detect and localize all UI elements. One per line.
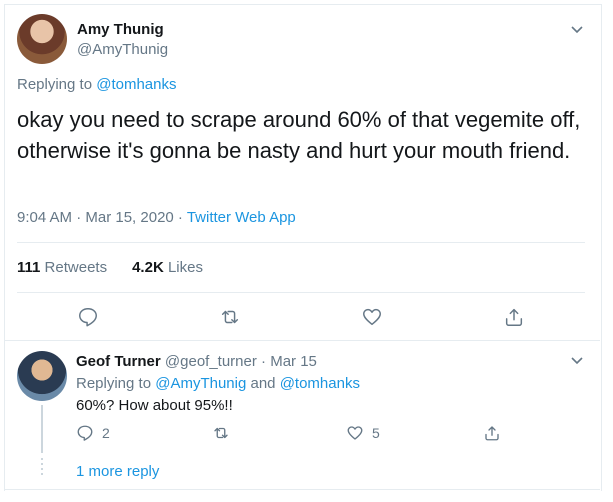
divider [17, 292, 585, 293]
retweet-icon [212, 424, 230, 442]
avatar[interactable] [17, 351, 67, 401]
reply-icon [76, 424, 94, 442]
separator: · [261, 353, 267, 370]
thread-line [41, 405, 43, 453]
chevron-down-icon[interactable] [570, 22, 584, 36]
replying-prefix: Replying to [17, 76, 93, 93]
retweet-icon[interactable] [219, 306, 241, 328]
share-icon[interactable] [503, 306, 525, 328]
retweet-stat[interactable]: 111 Retweets [17, 259, 107, 276]
share-button[interactable] [483, 424, 501, 442]
timestamp[interactable]: 9:04 AM · Mar 15, 2020 · [17, 209, 187, 226]
replying-prefix: Replying to [76, 375, 152, 392]
tweet-text: 60%? How about 95%!! [76, 397, 233, 414]
heart-icon[interactable] [361, 306, 383, 328]
share-icon [483, 424, 501, 442]
avatar[interactable] [17, 14, 67, 64]
divider [4, 489, 600, 490]
replying-to: Replying to @AmyThunig and @tomhanks [76, 375, 360, 392]
replying-to: Replying to @tomhanks [17, 76, 176, 93]
like-stat[interactable]: 4.2K Likes [132, 259, 203, 276]
author-name[interactable]: Amy Thunig [77, 21, 164, 38]
engagement-stats: 111 Retweets 4.2K Likes [17, 259, 203, 276]
mention-link[interactable]: @tomhanks [96, 76, 176, 93]
divider [4, 340, 600, 341]
author-name[interactable]: Geof Turner [76, 353, 161, 370]
divider [17, 242, 585, 243]
timestamp[interactable]: Mar 15 [270, 353, 317, 370]
chevron-down-icon[interactable] [570, 353, 584, 367]
reply-header: Geof Turner @geof_turner · Mar 15 [76, 353, 317, 370]
like-count: 5 [372, 425, 380, 441]
author-handle[interactable]: @AmyThunig [77, 41, 168, 58]
and-word: and [250, 375, 276, 392]
more-replies-link[interactable]: 1 more reply [76, 463, 159, 480]
source-link[interactable]: Twitter Web App [187, 209, 296, 226]
tweet-meta: 9:04 AM · Mar 15, 2020 · Twitter Web App [17, 209, 296, 226]
retweet-button[interactable] [212, 424, 238, 442]
like-button[interactable]: 5 [346, 424, 380, 442]
reply-count: 2 [102, 425, 110, 441]
author-handle[interactable]: @geof_turner [165, 353, 257, 370]
thread-line-dotted [41, 458, 43, 478]
tweet-text: okay you need to scrape around 60% of th… [17, 107, 581, 163]
mention-link[interactable]: @tomhanks [280, 375, 360, 392]
reply-button[interactable]: 2 [76, 424, 110, 442]
mention-link[interactable]: @AmyThunig [155, 375, 246, 392]
reply-icon[interactable] [77, 306, 99, 328]
heart-icon [346, 424, 364, 442]
